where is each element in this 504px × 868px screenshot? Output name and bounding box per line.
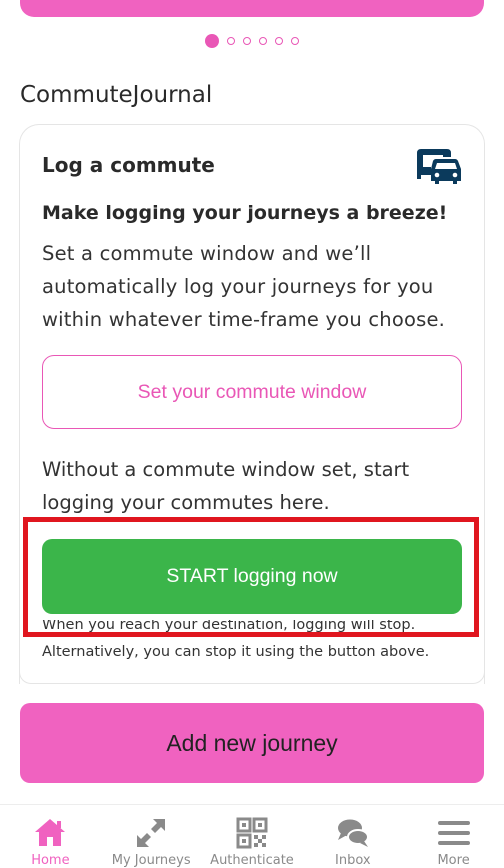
carousel-dot-2[interactable] [227, 37, 235, 45]
nav-item-more[interactable]: More [403, 805, 504, 868]
nav-item-home[interactable]: Home [0, 805, 101, 868]
qr-code-icon [236, 817, 268, 849]
chat-bubbles-icon [337, 819, 369, 847]
carousel-indicator [0, 33, 504, 49]
expand-arrows-icon [137, 819, 166, 847]
nav-label-authenticate: Authenticate [210, 853, 294, 868]
carousel-dot-1[interactable] [205, 34, 219, 48]
card-bottom-edge [19, 672, 485, 684]
nav-item-inbox[interactable]: Inbox [302, 805, 403, 868]
bottom-nav: Home My Journeys Authenticate Inbox More [0, 805, 504, 868]
nav-label-my-journeys: My Journeys [111, 853, 191, 868]
menu-icon [437, 821, 470, 845]
logging-note-line1-clip: When you reach your destination, logging… [42, 620, 482, 634]
nav-item-my-journeys[interactable]: My Journeys [101, 805, 202, 868]
top-banner[interactable] [20, 0, 484, 17]
manual-logging-text: Without a commute window set, start logg… [42, 458, 410, 514]
nav-label-more: More [437, 853, 470, 868]
add-new-journey-button[interactable]: Add new journey [20, 703, 484, 783]
logging-note-line2: Alternatively, you can stop it using the… [42, 644, 430, 660]
logging-note-line1: When you reach your destination, logging… [42, 620, 416, 633]
start-logging-button[interactable]: START logging now [42, 539, 462, 614]
card-heading: Log a commute [42, 153, 215, 177]
section-title: CommuteJournal [20, 82, 213, 108]
carousel-dot-4[interactable] [259, 37, 267, 45]
carousel-dot-3[interactable] [243, 37, 251, 45]
nav-label-inbox: Inbox [335, 853, 371, 868]
set-commute-window-button[interactable]: Set your commute window [42, 355, 462, 429]
nav-item-authenticate[interactable]: Authenticate [202, 805, 303, 868]
nav-label-home: Home [31, 853, 70, 868]
card-subheading: Make logging your journeys a breeze! [42, 202, 448, 224]
car-icon [417, 149, 461, 184]
carousel-dot-6[interactable] [291, 37, 299, 45]
home-icon [35, 819, 66, 846]
carousel-dot-5[interactable] [275, 37, 283, 45]
card-description: Set a commute window and we’ll automatic… [42, 242, 446, 331]
